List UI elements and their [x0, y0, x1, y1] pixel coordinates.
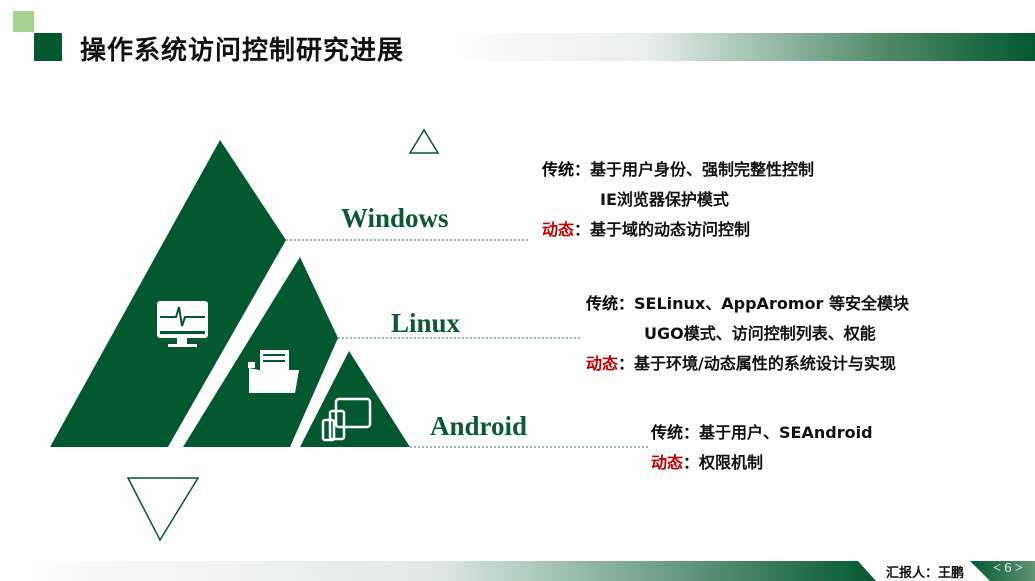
page-number: < 6 > [993, 561, 1023, 576]
desc-line: 动态：基于域的动态访问控制 [542, 215, 814, 245]
dynamic-tag: 动态 [586, 354, 619, 373]
linux-description: 传统：SELinux、AppAromor 等安全模块 UGO模式、访问控制列表、… [586, 289, 909, 379]
separator: ： [683, 453, 700, 472]
traditional-tag: 传统 [542, 160, 575, 179]
desc-text: 基于环境/动态属性的系统设计与实现 [634, 354, 896, 373]
desc-text: 基于域的动态访问控制 [590, 220, 751, 239]
windows-description: 传统：基于用户身份、强制完整性控制 IE浏览器保护模式 动态：基于域的动态访问控… [542, 155, 814, 245]
slide: 操作系统访问控制研究进展 Windows Linux Android 传统：基于… [0, 0, 1035, 581]
desc-line: 传统：基于用户身份、强制完整性控制 [542, 155, 814, 185]
separator: ： [618, 294, 635, 313]
desc-text: SELinux、AppAromor 等安全模块 [634, 294, 909, 313]
layer-label-linux: Linux [391, 308, 461, 338]
desc-text: 权限机制 [699, 453, 764, 472]
desc-line: 传统：基于用户、SEAndroid [651, 418, 873, 448]
separator: ： [574, 160, 591, 179]
desc-line: 传统：SELinux、AppAromor 等安全模块 [586, 289, 909, 319]
reporter-label: 汇报人：王鹏 [886, 566, 965, 581]
desc-line: 动态：基于环境/动态属性的系统设计与实现 [586, 349, 909, 379]
desc-line: UGO模式、访问控制列表、权能 [586, 319, 909, 349]
separator: ： [618, 354, 635, 373]
layer-label-android: Android [430, 411, 528, 441]
desc-text: UGO模式、访问控制列表、权能 [644, 324, 876, 343]
layer-label-windows: Windows [341, 203, 449, 233]
separator: ： [683, 423, 700, 442]
traditional-tag: 传统 [586, 294, 619, 313]
dynamic-tag: 动态 [542, 220, 575, 239]
small-triangle-outline [408, 128, 440, 154]
inverted-triangle-outline [126, 477, 200, 542]
separator: ： [574, 220, 591, 239]
desc-line: IE浏览器保护模式 [542, 185, 814, 215]
traditional-tag: 传统 [651, 423, 684, 442]
dynamic-tag: 动态 [651, 453, 684, 472]
footer-bar [0, 561, 1035, 581]
desc-text: 基于用户身份、强制完整性控制 [590, 160, 815, 179]
desc-line: 动态：权限机制 [651, 448, 873, 478]
android-description: 传统：基于用户、SEAndroid 动态：权限机制 [651, 418, 873, 478]
desc-text: 基于用户、SEAndroid [699, 423, 873, 442]
desc-text: IE浏览器保护模式 [600, 190, 729, 209]
